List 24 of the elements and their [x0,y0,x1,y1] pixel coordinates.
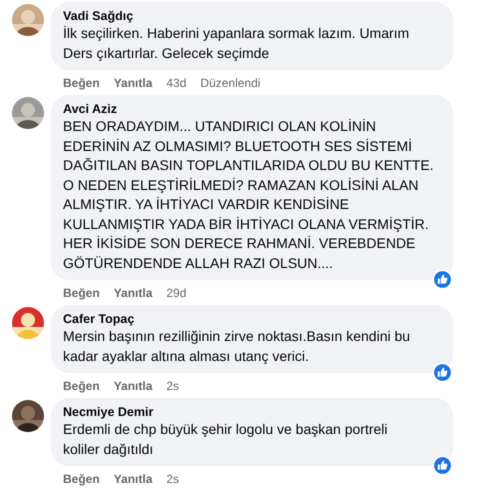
like-reaction-icon[interactable] [432,362,453,383]
comment-time[interactable]: 43d [166,76,186,90]
author-name[interactable]: Avci Aziz [63,101,441,117]
reply-link[interactable]: Yanıtla [114,472,152,486]
comment-text: Erdemli de chp büyük şehir logolu ve başkan portreli koliler dağıtıldı [63,420,389,459]
like-link[interactable]: Beğen [63,378,100,392]
like-reaction-icon[interactable] [432,455,453,476]
reply-link[interactable]: Yanıtla [114,378,152,392]
author-name[interactable]: Vadi Sağdıç [63,8,441,24]
comment-time[interactable]: 2s [166,472,180,486]
author-name[interactable]: Cafer Topaç [63,311,441,327]
like-link[interactable]: Beğen [63,286,100,300]
comment-time[interactable]: 29d [166,286,186,300]
comment-text: Mersin başının rezilliğinin zirve noktası.Basın kendini bu kadar ayaklar altına alması utanç verici. [63,327,412,366]
comment-text: İlk seçilirken. Haberini yapanlara sormak lazım. Umarım Ders çıkartırlar. Gelecek seçimde [63,24,410,63]
author-name[interactable]: Necmiye Demir [63,404,441,420]
reply-link[interactable]: Yanıtla [114,76,152,90]
comment-text: BEN ORADAYDIM... UTANDIRICI OLAN KOLİNİN EDERİNİN AZ OLMASIMI? BLUETOOTH SES SİSTEMİ DAĞITILAN BASIN TOPLANTILARIDA OLDU BU KENTTE. O NEDEN ELEŞTİRİLMEDİ? RAMAZAN KOLİSİNİ ALAN ALMIŞTIR. YA İHTİYACI VARDIR KENDİSİNE KULLANMIŞTIR YADA BİR İHTİYACI OLANA VERMİŞTİR. HER İKİSİDE SON DERECE RAHMANİ. VEREBDENDE GÖTÜRENDENDE ALLAH RAZI OLSUN.... [63,117,435,272]
like-reaction-icon[interactable] [432,269,453,290]
like-link[interactable]: Beğen [63,76,100,90]
like-link[interactable]: Beğen [63,472,100,486]
reply-link[interactable]: Yanıtla [114,286,152,300]
comment-time[interactable]: 2s [166,378,180,392]
edited-label: Düzenlendi [200,76,260,90]
